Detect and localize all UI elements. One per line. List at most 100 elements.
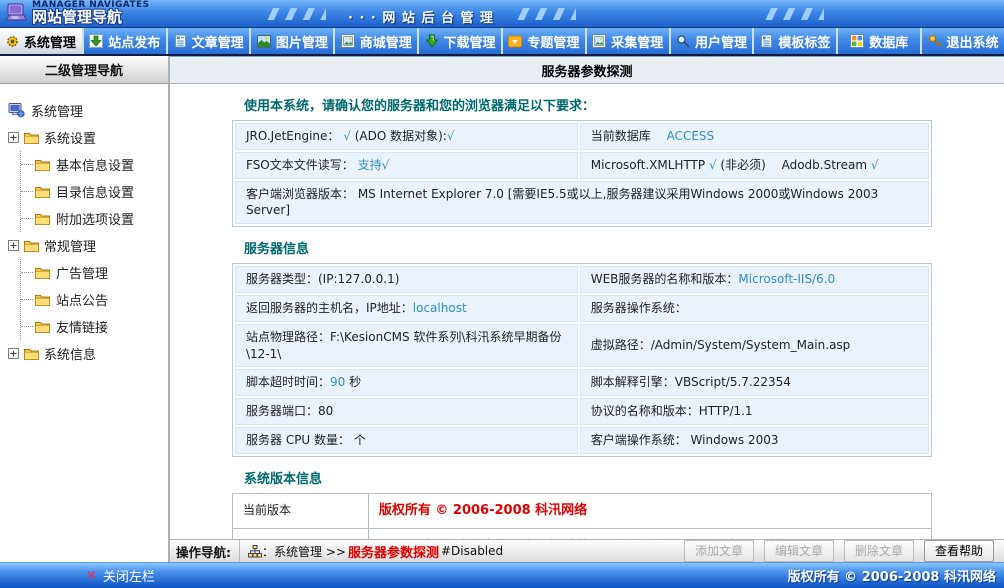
tree-item-1-2[interactable]: 目录信息设置 (21, 178, 168, 205)
op-button-2: 编辑文章 (764, 540, 834, 562)
plus-box-icon (8, 240, 19, 251)
text-segment: 支持√ (358, 158, 390, 172)
collect-icon (592, 34, 606, 48)
nav-tab-4[interactable]: 图片管理 (251, 28, 335, 54)
text-segment: JRO.JetEngine： (246, 129, 343, 143)
tree-root-label: 系统管理 (31, 101, 83, 120)
tree-children: 基本信息设置目录信息设置附加选项设置 (20, 151, 168, 232)
gear-icon (6, 35, 19, 48)
nav-tab-label: 专题管理 (527, 32, 579, 51)
table-row: 脚本超时时间：90 秒 脚本解释引擎：VBScript/5.7.22354 (235, 369, 929, 396)
folder-icon (24, 132, 39, 144)
table-row: 客户端浏览器版本： MS Internet Explorer 7.0 [需要IE… (235, 181, 929, 225)
text-segment: WEB服务器的名称和版本： (591, 272, 739, 286)
nav-tab-6[interactable]: 下载管理 (419, 28, 503, 54)
text-segment: 服务器操作系统： (591, 301, 687, 315)
nav-tab-label: 下载管理 (444, 32, 496, 51)
table-cell: FSO文本文件读写： 支持√ (235, 152, 578, 179)
text-segment: √ (343, 129, 351, 143)
text-segment: 服务器端口：80 (246, 404, 333, 418)
nav-tab-label: 站点发布 (108, 32, 160, 51)
nav-tab-8[interactable]: 采集管理 (587, 28, 671, 54)
nav-tab-5[interactable]: 商城管理 (335, 28, 419, 54)
section-title-requirements: 使用本系统，请确认您的服务器和您的浏览器满足以下要求： (244, 95, 932, 114)
text-segment: FSO文本文件读写： (246, 158, 358, 172)
nav-tab-10[interactable]: 模板标签 (754, 28, 838, 54)
nav-tab-label: 退出系统 (947, 32, 999, 51)
text-segment: 脚本超时时间： (246, 375, 330, 389)
text-segment: Microsoft-IIS/6.0 (738, 272, 835, 286)
text-segment: 脚本解释引擎：VBScript/5.7.22354 (591, 375, 791, 389)
op-nav-label: 操作导航: (176, 542, 231, 561)
section-title-server-info: 服务器信息 (244, 238, 932, 257)
nav-tab-12[interactable]: 退出系统 (922, 28, 1004, 54)
logo-line-cn: 网站管理导航 (32, 10, 149, 26)
footer-bar: × 关闭左栏 版权所有 © 2006-2008 科汛网络 (0, 562, 1004, 588)
tree-item-1-3[interactable]: 附加选项设置 (21, 205, 168, 232)
text-segment: ACCESS (667, 129, 715, 143)
text-segment: (ADO 数据对象): (351, 129, 447, 143)
folder-icon (35, 159, 50, 171)
text-segment: localhost (413, 301, 467, 315)
tree-group-2[interactable]: 常规管理 (8, 232, 168, 259)
nav-tabs: 系统管理 站点发布文章管理 图片管理商城管理 下载管理 专题管理采集管理用户管理模板标签… (0, 28, 1004, 56)
text-segment: 90 (330, 375, 345, 389)
nav-tab-7[interactable]: 专题管理 (503, 28, 587, 54)
tree-item-2-2[interactable]: 站点公告 (21, 286, 168, 313)
op-crumb: ：系统管理 >> 服务器参数探测 #Disabled (262, 542, 503, 561)
table-cell: 服务器 CPU 数量： 个 (235, 427, 578, 454)
text-segment: 返回服务器的主机名，IP地址： (246, 301, 413, 315)
table-cell: Microsoft.XMLHTTP √ (非必须) Adodb.Stream √ (580, 152, 929, 179)
text-segment: 协议的名称和版本：HTTP/1.1 (591, 404, 753, 418)
tree-item-label: 站点公告 (56, 290, 108, 309)
tree-item-1-1[interactable]: 基本信息设置 (21, 151, 168, 178)
text-segment: 秒 (345, 375, 361, 389)
version-table: 当前版本版权所有 © 2006-2008 科汛网络版权声明1、本软件为共享软件,… (232, 493, 932, 539)
tree-group-label: 系统设置 (44, 128, 96, 147)
table-cell: 当前版本 (233, 493, 369, 528)
op-button-4[interactable]: 查看帮助 (924, 540, 994, 562)
nav-tab-3[interactable]: 文章管理 (168, 28, 252, 54)
nav-tab-9[interactable]: 用户管理 (671, 28, 755, 54)
tree-item-label: 友情链接 (56, 317, 108, 336)
computer-icon (8, 103, 25, 118)
op-button-1: 添加文章 (684, 540, 754, 562)
table-cell: 站点物理路径：F:\KesionCMS 软件系列\科汛系统早期备份\12-1\ (235, 324, 578, 368)
table-cell: 脚本解释引擎：VBScript/5.7.22354 (580, 369, 929, 396)
publish-icon (89, 34, 103, 48)
folder-icon (35, 321, 50, 333)
tree-group-label: 常规管理 (44, 236, 96, 255)
text-segment: Microsoft.XMLHTTP (591, 158, 709, 172)
close-left-pane-label: 关闭左栏 (103, 566, 155, 585)
decor-stripes (760, 8, 824, 20)
folder-icon (35, 213, 50, 225)
image-icon (257, 35, 271, 48)
tree-group-3[interactable]: 系统信息 (8, 340, 168, 367)
page-title: 服务器参数探测 (170, 56, 1004, 84)
nav-tab-1[interactable]: 系统管理 (0, 28, 84, 54)
table-row: 当前版本版权所有 © 2006-2008 科汛网络 (233, 493, 932, 528)
nav-tab-2[interactable]: 站点发布 (84, 28, 168, 54)
tree-group-1[interactable]: 系统设置 (8, 124, 168, 151)
tree-item-2-1[interactable]: 广告管理 (21, 259, 168, 286)
text-segment: 服务器参数探测 (348, 542, 439, 561)
tree-root-item[interactable]: 系统管理 (8, 96, 168, 124)
close-left-pane-button[interactable]: × 关闭左栏 (86, 566, 155, 585)
main-panel: 服务器参数探测 使用本系统，请确认您的服务器和您的浏览器满足以下要求： JRO.… (170, 56, 1004, 562)
nav-tab-11[interactable]: 数据库 (838, 28, 922, 54)
folder-icon (24, 348, 39, 360)
folder-icon (35, 267, 50, 279)
sitemap-icon (248, 545, 262, 558)
logo-text: MANAGER NAVIGATES 网站管理导航 (32, 1, 149, 26)
sidebar-title: 二级管理导航 (0, 56, 168, 84)
op-button-3: 删除文章 (844, 540, 914, 562)
tree-children: 广告管理站点公告友情链接 (20, 259, 168, 340)
article-icon (174, 34, 187, 48)
tree-group-label: 系统信息 (44, 344, 96, 363)
text-segment: 当前数据库 (591, 129, 667, 143)
top-header: MANAGER NAVIGATES 网站管理导航 · · · 网 站 后 台 管… (0, 0, 1004, 28)
folder-icon (35, 186, 50, 198)
tree-item-2-3[interactable]: 友情链接 (21, 313, 168, 340)
nav-tab-label: 图片管理 (276, 32, 328, 51)
body-row: 二级管理导航 系统管理系统设置基本信息设置目录信息设置附加选项设置常规管理广告管… (0, 56, 1004, 562)
